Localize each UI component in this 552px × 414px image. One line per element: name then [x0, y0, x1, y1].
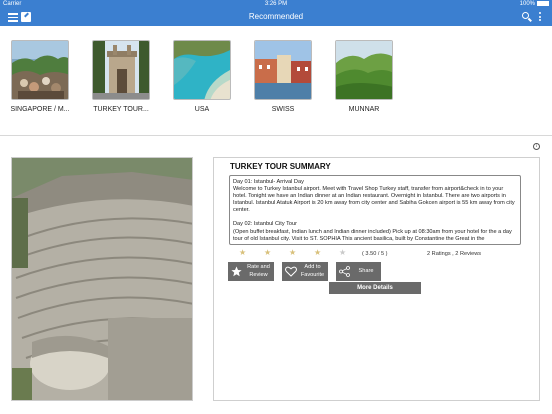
destination-label: SWISS — [271, 106, 295, 113]
share-icon — [339, 266, 350, 277]
star-icon[interactable]: ★ — [239, 249, 246, 257]
destination-thumbnail[interactable] — [254, 40, 312, 100]
destination-label: TURKEY TOUR... — [93, 106, 149, 113]
add-favourite-button[interactable]: Add to Favourite — [282, 262, 328, 281]
itinerary-day-1: Day 01: Istanbul- Arrival Day Welcome to… — [233, 179, 515, 214]
summary-title: TURKEY TOUR SUMMARY — [230, 162, 331, 171]
status-time: 3:26 PM — [264, 1, 288, 7]
status-bar: Carrier 3:26 PM 100% — [0, 0, 552, 9]
star-icon — [231, 266, 242, 277]
heart-icon — [285, 266, 297, 277]
destination-thumbnail[interactable] — [173, 40, 231, 100]
itinerary-day-2: Day 02: Istanbul City Tour (Open buffet … — [233, 221, 512, 242]
page-title: Recommended — [248, 12, 304, 21]
destination-label: MUNNAR — [348, 106, 380, 113]
battery-icon — [537, 1, 549, 6]
nav-bar: Recommended — [0, 9, 552, 26]
destination-item-singapore[interactable]: SINGAPORE / M... — [5, 40, 75, 113]
destination-label: SINGAPORE / M... — [10, 106, 70, 113]
more-vertical-icon[interactable] — [538, 12, 542, 23]
tour-photo — [11, 157, 193, 401]
star-icon[interactable]: ★ — [314, 249, 321, 257]
more-details-button[interactable]: More Details — [329, 282, 421, 294]
tour-summary-panel: TURKEY TOUR SUMMARY Day 01: Istanbul- Ar… — [213, 157, 540, 401]
star-icon[interactable]: ★ — [339, 249, 346, 257]
star-icon[interactable]: ★ — [264, 249, 271, 257]
destination-item-usa[interactable]: USA — [167, 40, 237, 113]
destination-thumbnail[interactable] — [335, 40, 393, 100]
share-button[interactable]: Share — [336, 262, 381, 281]
star-icon[interactable]: ★ — [289, 249, 296, 257]
share-label: Share — [358, 268, 374, 274]
battery-percent: 100% — [519, 1, 535, 8]
add-favourite-label: Add to Favourite — [300, 264, 325, 278]
destination-thumbnail[interactable] — [11, 40, 69, 100]
destination-label: USA — [194, 106, 210, 113]
battery-indicator: 100% — [520, 1, 549, 7]
summary-description[interactable]: Day 01: Istanbul- Arrival Day Welcome to… — [229, 175, 521, 245]
info-icon[interactable]: i — [533, 143, 540, 150]
ratings-count: 2 Ratings , 2 Reviews — [427, 251, 482, 257]
rate-review-label: Rate and Review — [247, 264, 270, 278]
destination-item-turkey[interactable]: TURKEY TOUR... — [86, 40, 156, 113]
destination-thumbnail[interactable] — [92, 40, 150, 100]
destination-item-munnar[interactable]: MUNNAR — [329, 40, 399, 113]
destination-item-swiss[interactable]: SWISS — [248, 40, 318, 113]
rate-review-button[interactable]: Rate and Review — [228, 262, 274, 281]
rating-value: ( 3.50 / 5 ) — [362, 251, 388, 257]
destination-carousel: SINGAPORE / M... TURKEY TOUR... USA SWIS… — [0, 26, 552, 136]
search-icon[interactable] — [522, 12, 532, 22]
